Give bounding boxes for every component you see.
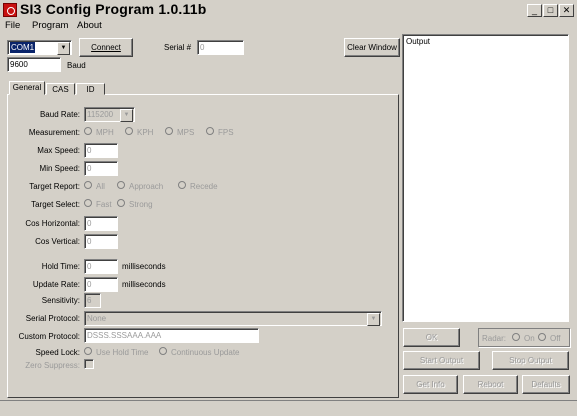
radio-strong[interactable]	[117, 199, 125, 207]
chevron-down-icon[interactable]: ▼	[367, 313, 380, 326]
port-select[interactable]: COM1 ▼	[7, 40, 72, 55]
cos-horizontal-label: Cos Horizontal:	[25, 219, 80, 228]
connect-button[interactable]: Connect	[79, 38, 133, 57]
zero-suppress-checkbox[interactable]	[84, 359, 94, 369]
radio-fps[interactable]	[206, 127, 214, 135]
measurement-label: Measurement:	[28, 128, 80, 137]
all-label: All	[96, 182, 105, 191]
reboot-button[interactable]: Reboot	[463, 375, 518, 394]
radar-on-label: On	[524, 334, 535, 343]
radio-radar-off[interactable]	[538, 333, 546, 341]
get-info-button[interactable]: Get Info	[403, 375, 458, 394]
minimize-button[interactable]: _	[527, 4, 542, 17]
cos-vertical-field[interactable]: 0	[84, 234, 118, 249]
chevron-down-icon[interactable]: ▼	[57, 42, 70, 55]
radar-label: Radar:	[482, 334, 507, 343]
stop-output-button[interactable]: Stop Output	[492, 351, 569, 370]
mps-label: MPS	[177, 128, 195, 137]
port-value: COM1	[10, 42, 36, 53]
mph-label: MPH	[96, 128, 114, 137]
serial-label: Serial #	[164, 43, 192, 52]
kph-label: KPH	[137, 128, 154, 137]
menu-program[interactable]: Program	[32, 20, 68, 31]
radio-recede[interactable]	[178, 181, 186, 189]
ok-button[interactable]: OK	[403, 328, 460, 347]
output-pane[interactable]: Output	[402, 34, 569, 322]
sensitivity-label: Sensitivity:	[41, 296, 80, 305]
radio-kph[interactable]	[125, 127, 133, 135]
serial-protocol-label: Serial Protocol:	[25, 314, 80, 323]
use-hold-time-label: Use Hold Time	[96, 348, 149, 357]
radio-radar-on[interactable]	[512, 333, 520, 341]
status-bar	[0, 400, 577, 416]
radio-approach[interactable]	[117, 181, 125, 189]
baud-rate-label: Baud Rate:	[39, 110, 80, 119]
radio-mph[interactable]	[84, 127, 92, 135]
radio-all[interactable]	[84, 181, 92, 189]
tab-general[interactable]: General	[9, 81, 45, 95]
min-speed-field[interactable]: 0	[84, 161, 118, 176]
radio-mps[interactable]	[165, 127, 173, 135]
close-button[interactable]: ✕	[559, 4, 574, 17]
serial-field[interactable]: 0	[197, 40, 244, 55]
custom-protocol-field[interactable]: DSSS.SSSAAA.AAA	[84, 328, 259, 343]
fps-label: FPS	[218, 128, 234, 137]
update-rate-field[interactable]: 0	[84, 277, 118, 292]
update-rate-unit: milliseconds	[122, 280, 166, 289]
radar-off-label: Off	[550, 334, 561, 343]
clear-window-button[interactable]: Clear Window	[344, 38, 400, 57]
speed-lock-label: Speed Lock:	[35, 348, 80, 357]
target-report-label: Target Report:	[29, 182, 80, 191]
chevron-down-icon[interactable]: ▼	[120, 109, 133, 122]
serial-protocol-select[interactable]: None ▼	[84, 311, 382, 326]
serial-protocol-value: None	[87, 314, 107, 323]
continuous-update-label: Continuous Update	[171, 348, 240, 357]
sensitivity-field[interactable]: 6	[84, 293, 101, 308]
recede-label: Recede	[190, 182, 218, 191]
defaults-button[interactable]: Defaults	[522, 375, 570, 394]
radio-fast[interactable]	[84, 199, 92, 207]
strong-label: Strong	[129, 200, 153, 209]
app-icon	[3, 3, 17, 17]
baud-label: Baud	[67, 61, 86, 70]
baud-rate-select[interactable]: 115200 ▼	[84, 107, 135, 122]
zero-suppress-label: Zero Suppress:	[25, 361, 80, 370]
menu-about[interactable]: About	[77, 20, 102, 31]
update-rate-label: Update Rate:	[32, 280, 80, 289]
baud-rate-value: 115200	[87, 110, 114, 119]
hold-time-label: Hold Time:	[41, 262, 80, 271]
radio-continuous-update[interactable]	[159, 347, 167, 355]
maximize-button[interactable]: □	[543, 4, 558, 17]
max-speed-label: Max Speed:	[37, 146, 80, 155]
custom-protocol-label: Custom Protocol:	[18, 332, 80, 341]
tab-cas[interactable]: CAS	[46, 83, 75, 95]
tab-id[interactable]: ID	[76, 83, 105, 95]
baud-field[interactable]: 9600	[7, 57, 61, 72]
hold-time-field[interactable]: 0	[84, 259, 118, 274]
target-select-label: Target Select:	[31, 200, 80, 209]
hold-time-unit: milliseconds	[122, 262, 166, 271]
radio-use-hold-time[interactable]	[84, 347, 92, 355]
cos-vertical-label: Cos Vertical:	[35, 237, 80, 246]
cos-horizontal-field[interactable]: 0	[84, 216, 118, 231]
approach-label: Approach	[129, 182, 164, 191]
window-title: SI3 Config Program 1.0.11b	[20, 1, 207, 17]
fast-label: Fast	[96, 200, 112, 209]
output-label: Output	[406, 37, 431, 46]
min-speed-label: Min Speed:	[39, 164, 80, 173]
menu-file[interactable]: File	[5, 20, 20, 31]
start-output-button[interactable]: Start Output	[403, 351, 480, 370]
max-speed-field[interactable]: 0	[84, 143, 118, 158]
